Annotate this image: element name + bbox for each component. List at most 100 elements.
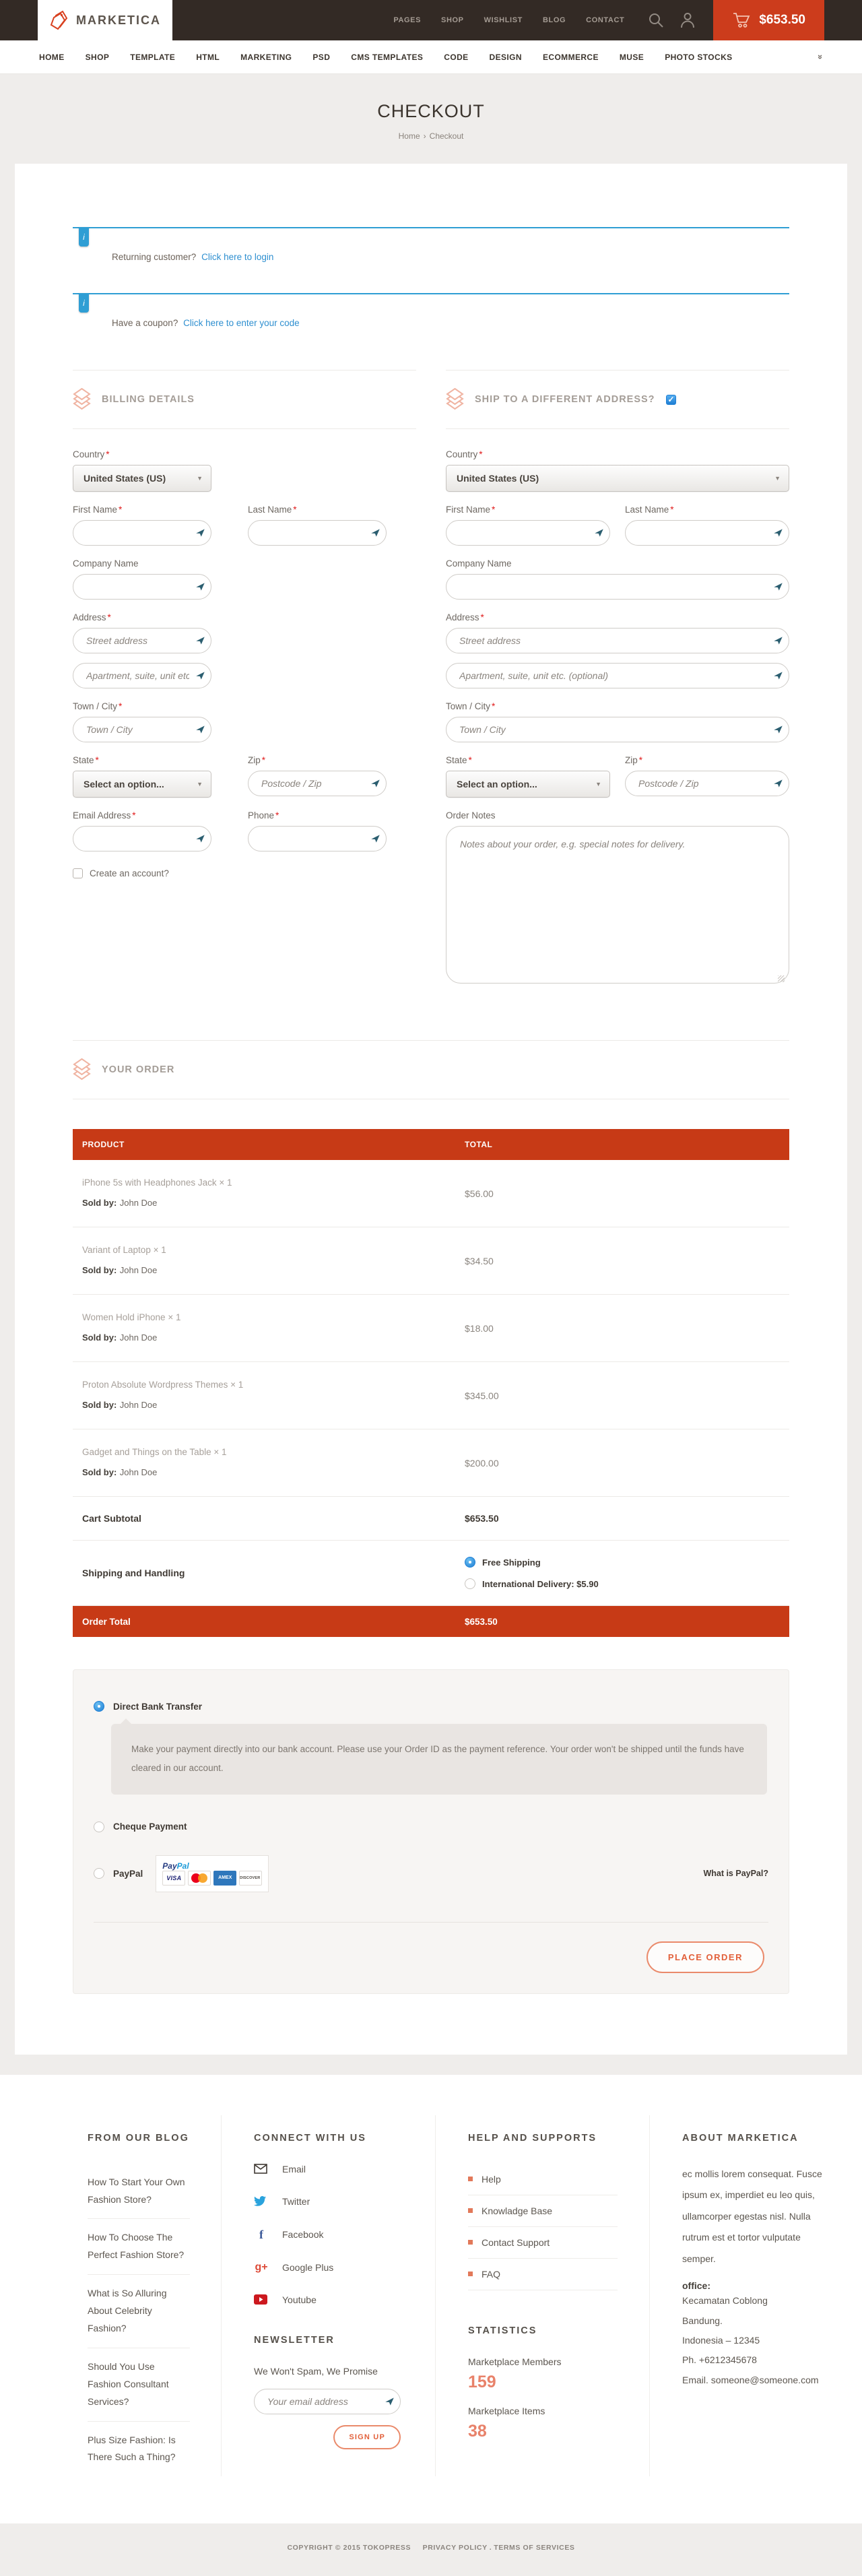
breadcrumb-home-link[interactable]: Home [399, 131, 420, 141]
faq-link[interactable]: FAQ [468, 2259, 618, 2290]
shipping-country-select[interactable]: United States (US)▼ [446, 465, 789, 492]
nav-psd[interactable]: PSD [312, 53, 330, 62]
billing-company-input[interactable] [73, 574, 211, 600]
billing-zip-input[interactable] [248, 771, 387, 796]
direct-bank-transfer-label: Direct Bank Transfer [113, 1702, 202, 1712]
nav-template[interactable]: TEMPLATE [130, 53, 175, 62]
nav-photo-stocks[interactable]: PHOTO STOCKS [665, 53, 732, 62]
place-order-button[interactable]: PLACE ORDER [646, 1941, 764, 1973]
diamond-stack-icon [73, 388, 91, 411]
office-address-line: Kecamatan Coblong [682, 2291, 835, 2311]
shipping-first-name-input[interactable] [446, 520, 610, 546]
blog-post-link[interactable]: How To Start Your Own Fashion Store? [88, 2164, 190, 2220]
office-phone-line: Ph. +6212345678 [682, 2350, 835, 2370]
shipping-last-name-input[interactable] [625, 520, 789, 546]
top-nav-contact[interactable]: CONTACT [586, 16, 624, 24]
terms-of-services-link[interactable]: TERMS OF SERVICES [494, 2544, 574, 2552]
youtube-icon [254, 2294, 269, 2305]
page-title: CHECKOUT [0, 101, 862, 122]
top-nav-shop[interactable]: SHOP [441, 16, 464, 24]
billing-email-input[interactable] [73, 826, 211, 851]
shipping-handling-label: Shipping and Handling [82, 1568, 465, 1578]
nav-html[interactable]: HTML [196, 53, 220, 62]
email-link[interactable]: Email [254, 2164, 408, 2175]
top-nav-blog[interactable]: BLOG [543, 16, 566, 24]
resize-handle-icon[interactable] [778, 975, 785, 982]
facebook-link[interactable]: f Facebook [254, 2228, 408, 2241]
blog-post-link[interactable]: How To Choose The Perfect Fashion Store? [88, 2219, 190, 2275]
billing-zip-label: Zip* [248, 755, 387, 765]
ship-different-checkbox[interactable] [666, 395, 676, 405]
amex-card-icon: AMEX [213, 1871, 236, 1886]
billing-phone-input[interactable] [248, 826, 387, 851]
user-account-icon[interactable] [679, 11, 696, 29]
blog-post-link[interactable]: Should You Use Fashion Consultant Servic… [88, 2348, 190, 2422]
top-nav-wishlist[interactable]: WISHLIST [484, 16, 523, 24]
billing-country-select[interactable]: United States (US)▼ [73, 465, 211, 492]
billing-company-label: Company Name [73, 558, 211, 569]
nav-code[interactable]: CODE [444, 53, 468, 62]
shipping-company-input[interactable] [446, 574, 789, 600]
search-icon[interactable] [647, 11, 665, 29]
coupon-link[interactable]: Click here to enter your code [183, 318, 300, 328]
direct-bank-transfer-radio[interactable] [94, 1701, 104, 1712]
nav-shop[interactable]: SHOP [86, 53, 110, 62]
nav-muse[interactable]: MUSE [620, 53, 644, 62]
visa-card-icon: VISA [162, 1871, 185, 1886]
footer-about-column: ABOUT MARKETICA ec mollis lorem consequa… [649, 2115, 862, 2477]
contact-support-link[interactable]: Contact Support [468, 2227, 618, 2259]
knowledge-base-link[interactable]: Knowladge Base [468, 2195, 618, 2227]
billing-first-name-input[interactable] [73, 520, 211, 546]
shipping-street-input[interactable] [446, 628, 789, 653]
help-link[interactable]: Help [468, 2164, 618, 2195]
shipping-last-name-label: Last Name* [625, 505, 789, 515]
order-notes-textarea[interactable] [446, 826, 789, 984]
shipping-column: SHIP TO A DIFFERENT ADDRESS? Country* Un… [446, 370, 789, 1000]
blog-post-link[interactable]: What is So Alluring About Celebrity Fash… [88, 2275, 190, 2348]
nav-cms-templates[interactable]: CMS TEMPLATES [351, 53, 423, 62]
cheque-payment-radio[interactable] [94, 1822, 104, 1832]
shipping-apartment-input[interactable] [446, 663, 789, 688]
cart-subtotal-label: Cart Subtotal [82, 1513, 465, 1524]
cart-button[interactable]: $653.50 [713, 0, 824, 40]
shipping-country-label: Country* [446, 449, 789, 459]
shipping-town-input[interactable] [446, 717, 789, 742]
newsletter-email-input[interactable] [254, 2389, 401, 2414]
billing-state-select[interactable]: Select an option...▼ [73, 771, 211, 798]
create-account-checkbox[interactable] [73, 868, 83, 878]
nav-design[interactable]: DESIGN [490, 53, 522, 62]
billing-country-label: Country* [73, 449, 416, 459]
nav-more-chevron-icon[interactable]: » [816, 55, 826, 59]
shipping-zip-label: Zip* [625, 755, 789, 765]
shipping-zip-input[interactable] [625, 771, 789, 796]
twitter-link[interactable]: Twitter [254, 2196, 408, 2207]
copyright-bar: COPYRIGHT © 2015 TOKOPRESS PRIVACY POLIC… [0, 2523, 862, 2576]
brand-name: MARKETICA [76, 13, 161, 28]
sold-by-label: Sold by: [82, 1400, 117, 1410]
nav-ecommerce[interactable]: ECOMMERCE [543, 53, 599, 62]
square-bullet-icon [468, 2240, 473, 2245]
shipping-state-select[interactable]: Select an option...▼ [446, 771, 610, 798]
item-total: $345.00 [465, 1390, 499, 1401]
privacy-policy-link[interactable]: PRIVACY POLICY [423, 2544, 488, 2552]
nav-home[interactable]: HOME [39, 53, 65, 62]
billing-town-input[interactable] [73, 717, 211, 742]
what-is-paypal-link[interactable]: What is PayPal? [703, 1869, 768, 1878]
free-shipping-radio[interactable] [465, 1557, 475, 1568]
billing-last-name-input[interactable] [248, 520, 387, 546]
login-link[interactable]: Click here to login [201, 252, 273, 262]
select-arrow-icon: ▼ [595, 781, 601, 787]
nav-marketing[interactable]: MARKETING [240, 53, 292, 62]
billing-street-input[interactable] [73, 628, 211, 653]
top-nav-pages[interactable]: PAGES [393, 16, 421, 24]
paypal-radio[interactable] [94, 1868, 104, 1879]
brand-logo[interactable]: MARKETICA [38, 0, 172, 40]
google-plus-link[interactable]: g+ Google Plus [254, 2262, 408, 2273]
international-delivery-radio[interactable] [465, 1578, 475, 1589]
blog-post-link[interactable]: Plus Size Fashion: Is There Such a Thing… [88, 2422, 190, 2477]
product-name: iPhone 5s with Headphones Jack × 1 [82, 1178, 465, 1188]
youtube-link[interactable]: Youtube [254, 2294, 408, 2305]
sign-up-button[interactable]: SIGN UP [333, 2425, 401, 2449]
product-name: Variant of Laptop × 1 [82, 1245, 465, 1255]
billing-apartment-input[interactable] [73, 663, 211, 688]
